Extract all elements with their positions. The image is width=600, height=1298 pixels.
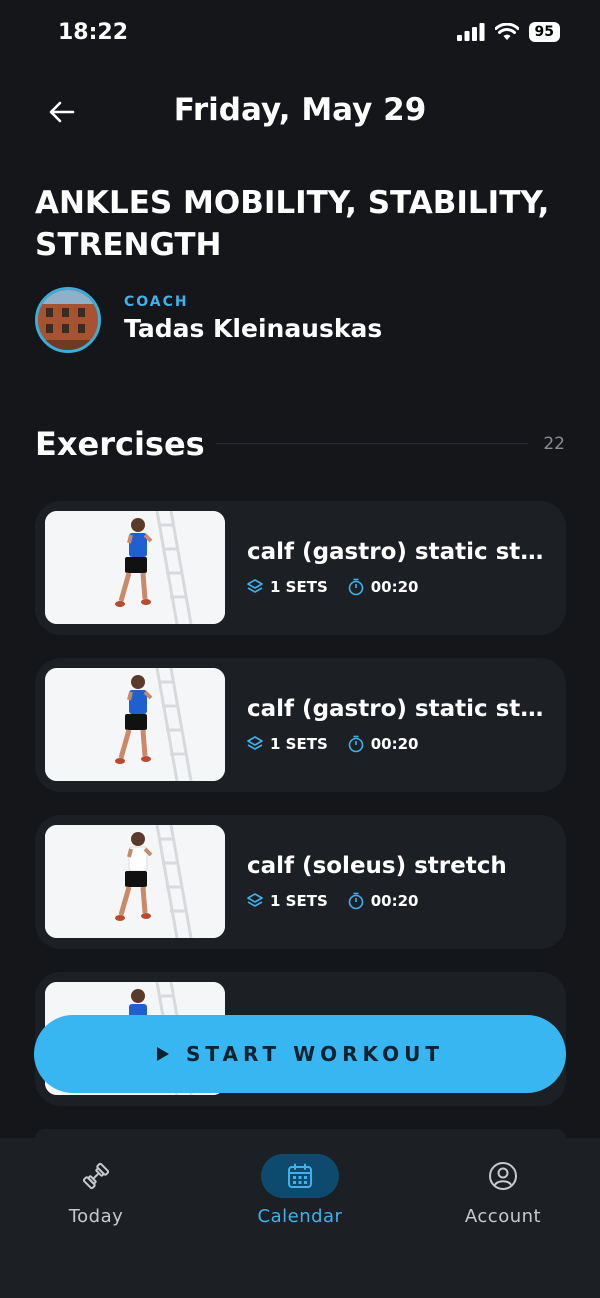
stopwatch-icon [348, 735, 364, 753]
signal-icon [456, 23, 485, 41]
tab-account-icon-wrap [464, 1154, 542, 1198]
exercise-thumbnail [45, 825, 225, 938]
dumbbell-icon [82, 1162, 110, 1190]
exercise-card[interactable]: calf (gastro) static str... 1 SETS 00:20 [35, 658, 566, 792]
user-circle-icon [489, 1162, 517, 1190]
workout-title: ANKLES MOBILITY, STABILITY, STRENGTH [35, 185, 550, 263]
exercises-count: 22 [543, 434, 565, 454]
status-bar: 18:22 95 [0, 0, 600, 70]
battery-indicator: 95 [528, 22, 560, 42]
exercise-meta: 1 SETS 00:20 [247, 892, 439, 910]
coach-label: COACH [124, 294, 189, 310]
exercise-duration: 00:20 [370, 892, 419, 910]
layers-icon [247, 579, 263, 593]
exercise-sets: 1 SETS [270, 892, 328, 910]
avatar[interactable] [35, 287, 101, 353]
layers-icon [247, 736, 263, 750]
exercise-card[interactable]: calf (gastro) static str... 1 SETS 00:20 [35, 501, 566, 635]
exercise-name: calf (gastro) static str... [247, 539, 547, 565]
tab-account[interactable]: Account [403, 1138, 600, 1248]
tab-today-label: Today [68, 1206, 124, 1227]
exercise-name: calf (gastro) static str... [247, 696, 547, 722]
exercise-thumbnail [45, 511, 225, 624]
tab-bar: Today Calendar Account [0, 1138, 600, 1298]
start-workout-button[interactable]: START WORKOUT [34, 1015, 566, 1093]
exercise-card[interactable]: calf (soleus) stretch 1 SETS 00:20 [35, 815, 566, 949]
exercise-name: calf (soleus) stretch [247, 853, 507, 879]
exercise-sets: 1 SETS [270, 735, 328, 753]
page-title: Friday, May 29 [173, 92, 427, 128]
exercise-sets: 1 SETS [270, 578, 328, 596]
start-workout-label: START WORKOUT [185, 1042, 445, 1066]
tab-calendar-label: Calendar [257, 1206, 343, 1227]
exercise-meta: 1 SETS 00:20 [247, 735, 439, 753]
tab-today-icon-wrap [57, 1154, 135, 1198]
exercises-heading: Exercises [35, 425, 205, 463]
calendar-icon [288, 1163, 312, 1188]
exercise-duration: 00:20 [370, 578, 419, 596]
tab-today[interactable]: Today [0, 1138, 196, 1248]
exercise-thumbnail [45, 668, 225, 781]
coach-name: Tadas Kleinauskas [124, 314, 383, 343]
status-icons: 95 [456, 22, 560, 42]
status-time: 18:22 [58, 20, 129, 45]
tab-account-label: Account [464, 1206, 542, 1227]
coach-photo [38, 290, 98, 350]
stopwatch-icon [348, 578, 364, 596]
tab-calendar[interactable]: Calendar [200, 1138, 400, 1248]
tab-calendar-icon-wrap [261, 1154, 339, 1198]
exercise-meta: 1 SETS 00:20 [247, 578, 439, 596]
layers-icon [247, 893, 263, 907]
wifi-icon [494, 23, 519, 40]
section-divider [216, 443, 528, 444]
stopwatch-icon [348, 892, 364, 910]
exercise-duration: 00:20 [370, 735, 419, 753]
play-icon [156, 1047, 169, 1061]
